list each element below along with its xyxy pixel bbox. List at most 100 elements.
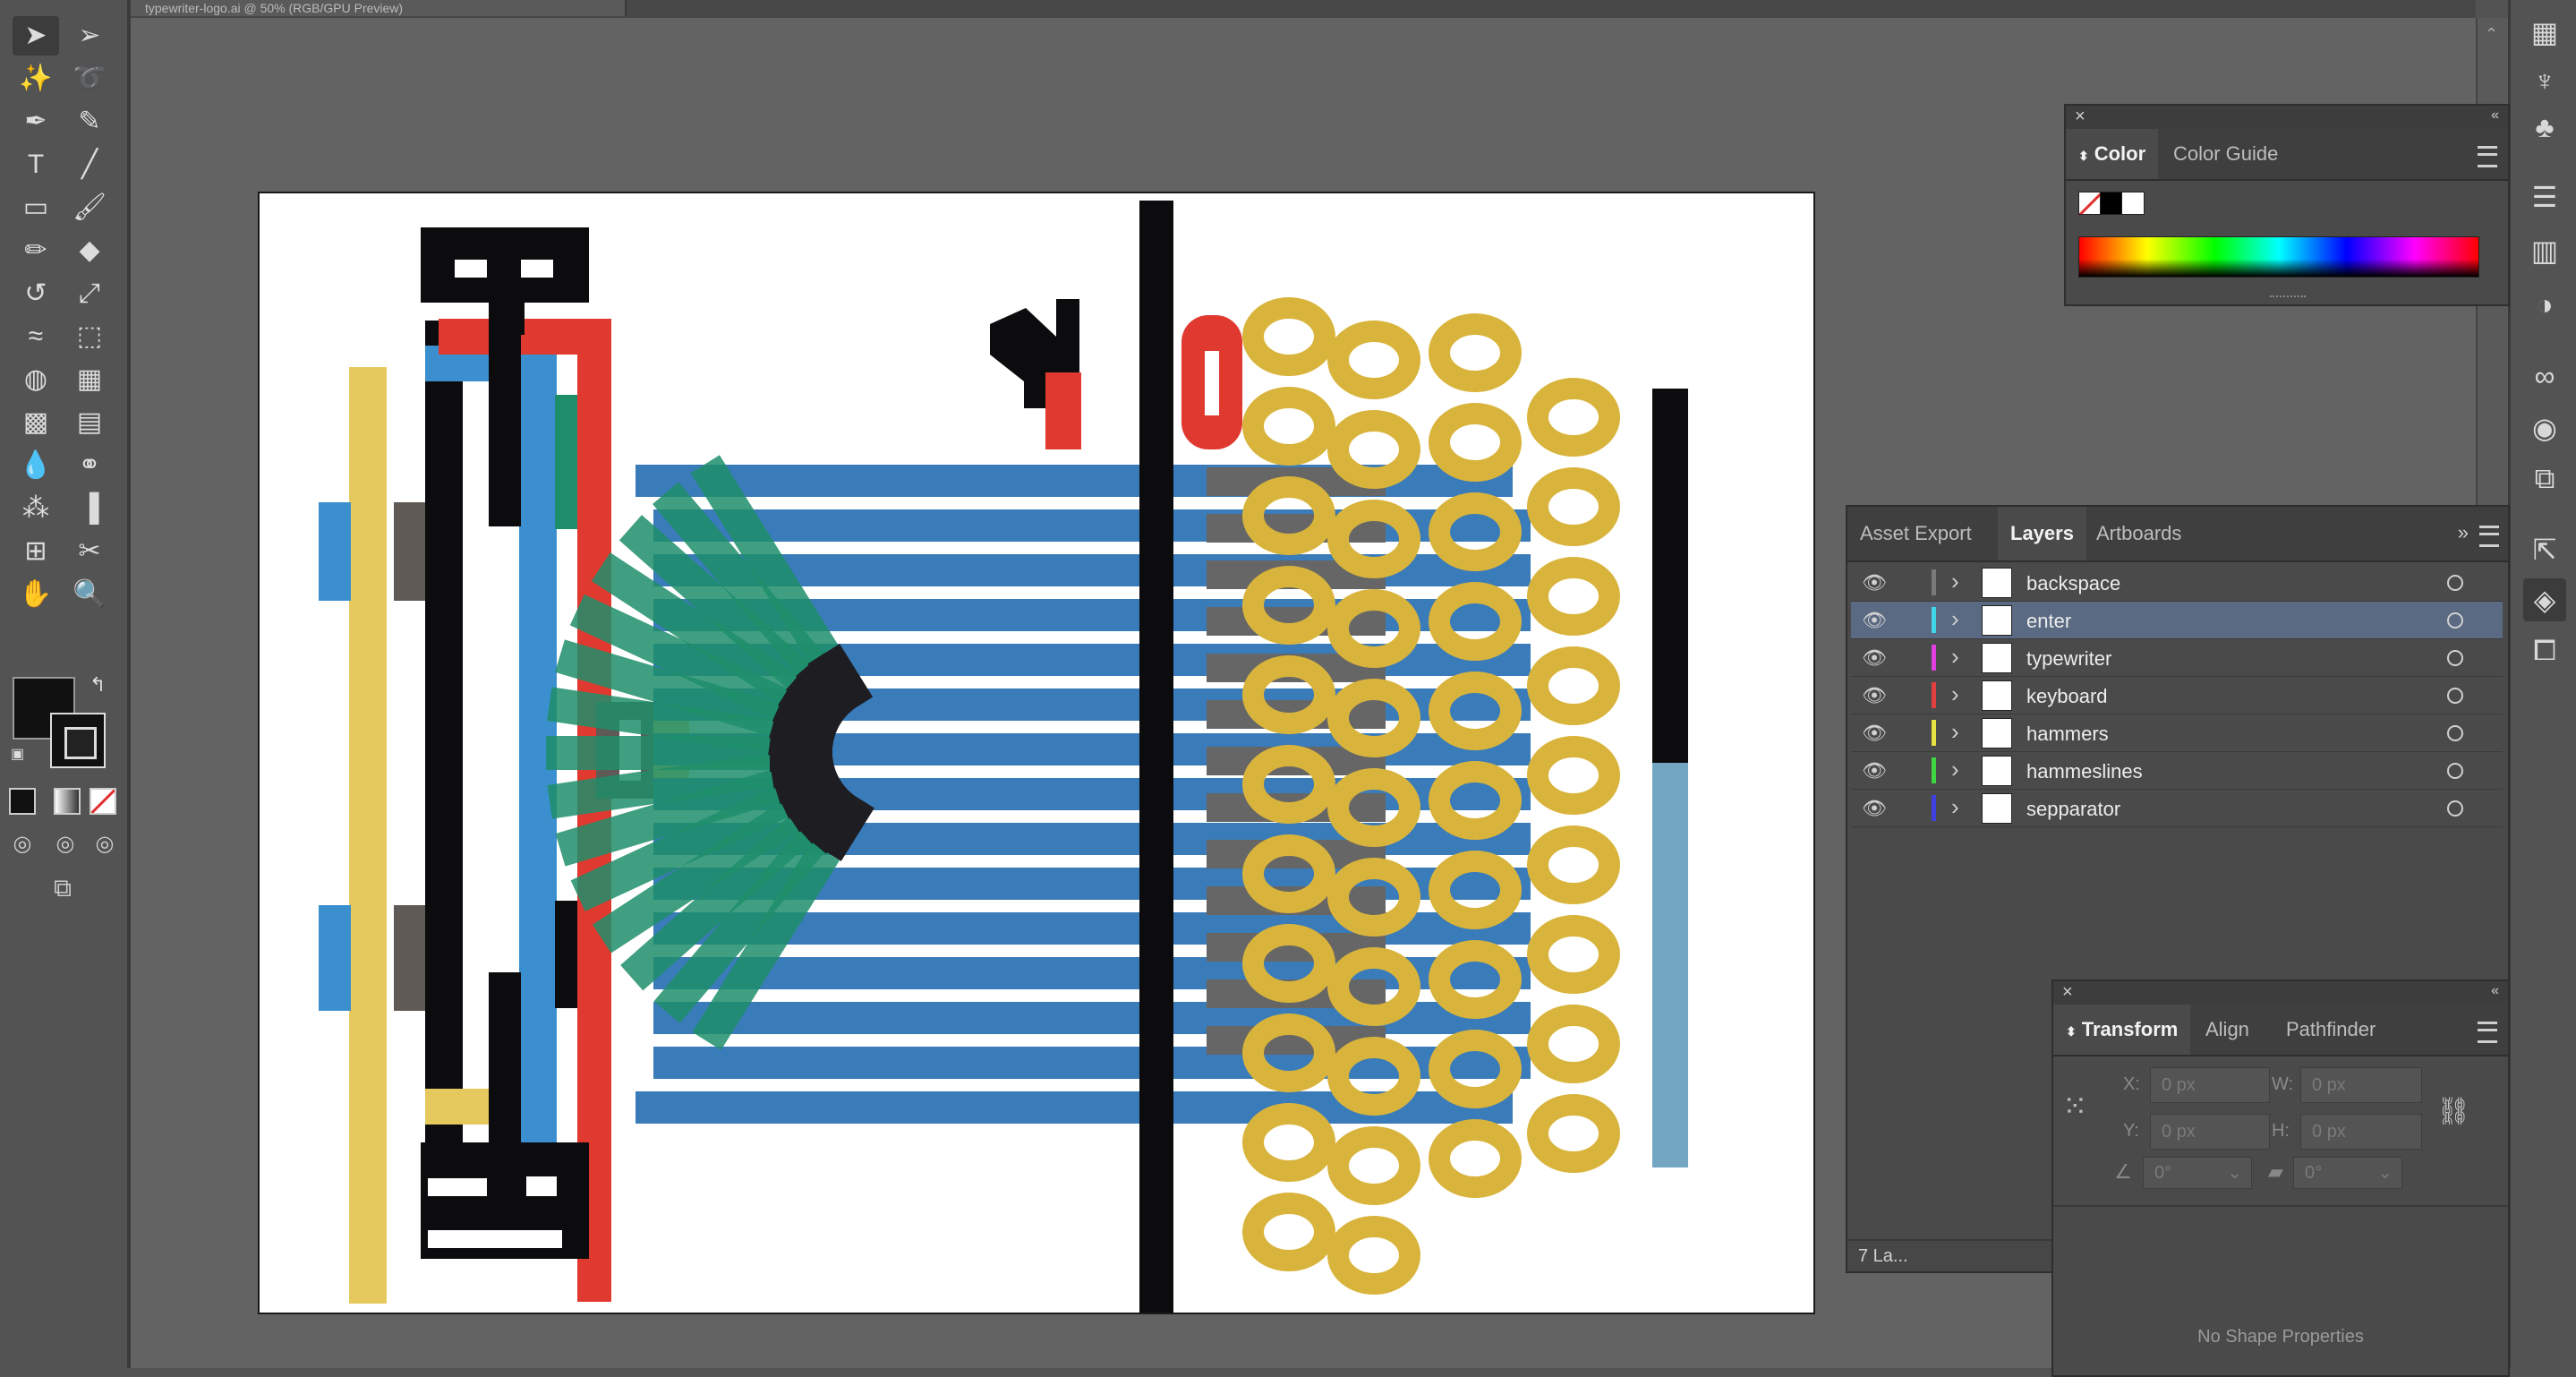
reference-point-icon[interactable]: ⁙ [2062, 1089, 2098, 1125]
tab-asset-export[interactable]: Asset Export [1847, 507, 1984, 560]
more-tabs-icon[interactable]: » [2458, 521, 2469, 544]
transparency-icon[interactable]: ◑ [2523, 283, 2566, 326]
none-mode-icon[interactable] [90, 788, 116, 815]
mesh-tool[interactable]: ▩ [13, 403, 59, 442]
layer-row-enter[interactable]: 👁 › enter [1851, 602, 2503, 639]
color-mode-icon[interactable] [9, 788, 36, 815]
gradient-tool[interactable]: ▤ [66, 403, 113, 442]
tab-transform[interactable]: ⬍ Transform [2053, 1005, 2191, 1055]
direct-selection-tool[interactable]: ➢ [66, 16, 113, 56]
shape-builder-tool[interactable]: ◍ [13, 360, 59, 399]
slice-tool[interactable]: ✂ [66, 532, 113, 571]
draw-behind-icon[interactable]: ◎ [52, 831, 79, 858]
document-tab[interactable]: typewriter-logo.ai @ 50% (RGB/GPU Previe… [131, 0, 627, 16]
white-swatch[interactable] [2121, 192, 2145, 215]
column-graph-tool[interactable]: ▐ [66, 489, 113, 528]
paintbrush-tool[interactable]: 🖌 [66, 188, 113, 227]
default-fill-stroke-icon[interactable]: ▣ [11, 745, 24, 763]
screen-mode-icon[interactable]: ⧉ [45, 874, 81, 906]
perspective-grid-tool[interactable]: ▦ [66, 360, 113, 399]
curvature-tool[interactable]: ✎ [66, 102, 113, 141]
zoom-tool[interactable]: 🔍 [66, 575, 113, 614]
layer-target-icon[interactable] [2447, 650, 2463, 666]
visibility-eye-icon[interactable]: 👁 [1862, 797, 1887, 820]
rectangle-tool[interactable]: ▭ [13, 188, 59, 227]
layer-row-backspace[interactable]: 👁 › backspace [1851, 564, 2503, 602]
layer-target-icon[interactable] [2447, 800, 2463, 817]
gradient-mode-icon[interactable] [54, 788, 81, 815]
visibility-eye-icon[interactable]: 👁 [1862, 759, 1887, 783]
layer-row-sepparator[interactable]: 👁 › sepparator [1851, 790, 2503, 827]
black-swatch[interactable] [2100, 192, 2123, 215]
panel-menu-icon[interactable] [2478, 1022, 2497, 1043]
swap-fill-stroke-icon[interactable]: ↰ [90, 673, 106, 697]
libraries-icon[interactable]: ▦ [2523, 11, 2566, 54]
expand-chevron-icon[interactable]: › [1951, 718, 1959, 746]
visibility-eye-icon[interactable]: 👁 [1862, 571, 1887, 594]
layer-row-hammers[interactable]: 👁 › hammers [1851, 714, 2503, 752]
gradient-panel-icon[interactable]: ▥ [2523, 229, 2566, 272]
expand-chevron-icon[interactable]: › [1951, 605, 1959, 633]
pen-tool[interactable]: ✒ [13, 102, 59, 141]
stroke-icon[interactable]: ☰ [2523, 175, 2566, 218]
tab-align[interactable]: Align [2193, 1005, 2262, 1055]
expand-chevron-icon[interactable]: › [1951, 756, 1959, 783]
export-icon[interactable]: ⇱ [2523, 528, 2566, 571]
x-field[interactable]: 0 px [2150, 1067, 2270, 1103]
lasso-tool[interactable]: ➰ [66, 59, 113, 98]
line-tool[interactable]: ╱ [66, 145, 113, 184]
visibility-eye-icon[interactable]: 👁 [1862, 646, 1887, 670]
visibility-eye-icon[interactable]: 👁 [1862, 722, 1887, 745]
draw-inside-icon[interactable]: ◎ [91, 831, 118, 858]
warp-tool[interactable]: ≈ [13, 317, 59, 356]
eyedropper-tool[interactable]: 💧 [13, 446, 59, 485]
selection-tool[interactable]: ➤ [13, 16, 59, 56]
constrain-proportions-icon[interactable]: ⛓ [2436, 1096, 2470, 1127]
visibility-eye-icon[interactable]: 👁 [1862, 684, 1887, 707]
h-field[interactable]: 0 px [2300, 1114, 2422, 1150]
tab-artboards[interactable]: Artboards [2084, 507, 2194, 560]
layer-target-icon[interactable] [2447, 725, 2463, 741]
layer-target-icon[interactable] [2447, 763, 2463, 779]
rotate-angle-field[interactable]: 0° ⌄ [2143, 1157, 2252, 1189]
draw-normal-icon[interactable]: ◎ [9, 831, 36, 858]
collapse-icon[interactable]: « [2491, 107, 2499, 124]
tab-pathfinder[interactable]: Pathfinder [2273, 1005, 2388, 1055]
expand-chevron-icon[interactable]: › [1951, 680, 1959, 708]
shear-angle-field[interactable]: 0° ⌄ [2293, 1157, 2402, 1189]
layer-row-typewriter[interactable]: 👁 › typewriter [1851, 639, 2503, 677]
expand-chevron-icon[interactable]: › [1951, 643, 1959, 671]
scroll-up-icon[interactable]: ⌃ [2485, 25, 2498, 44]
stroke-swatch[interactable] [50, 713, 106, 768]
layers-icon[interactable]: ◈ [2523, 578, 2566, 621]
symbol-sprayer-tool[interactable]: ⁂ [13, 489, 59, 528]
artboards-icon[interactable]: ⧠ [2523, 629, 2566, 671]
type-tool[interactable]: T [13, 145, 59, 184]
visibility-eye-icon[interactable]: 👁 [1862, 609, 1887, 632]
layer-target-icon[interactable] [2447, 575, 2463, 591]
free-transform-tool[interactable]: ⬚ [66, 317, 113, 356]
artboard[interactable] [258, 192, 1815, 1314]
y-field[interactable]: 0 px [2150, 1114, 2270, 1150]
symbols-icon[interactable]: ♣ [2523, 106, 2566, 149]
w-field[interactable]: 0 px [2300, 1067, 2422, 1103]
panel-menu-icon[interactable] [2478, 146, 2497, 167]
close-icon[interactable]: × [2062, 982, 2073, 1003]
magic-wand-tool[interactable]: ✨ [13, 59, 59, 98]
hand-tool[interactable]: ✋ [13, 575, 59, 614]
blend-tool[interactable]: ⚭ [66, 446, 113, 485]
layer-target-icon[interactable] [2447, 612, 2463, 629]
eraser-tool[interactable]: ◆ [66, 231, 113, 270]
typewriter-artwork[interactable] [260, 193, 1813, 1313]
cc-libraries-icon[interactable]: ∞ [2523, 355, 2566, 398]
layer-target-icon[interactable] [2447, 688, 2463, 704]
panel-menu-icon[interactable] [2479, 526, 2499, 547]
artboard-tool[interactable]: ⊞ [13, 532, 59, 571]
tab-color[interactable]: ⬍ Color [2066, 129, 2159, 179]
layer-row-hammeslines[interactable]: 👁 › hammeslines [1851, 752, 2503, 790]
tab-color-guide[interactable]: Color Guide [2161, 129, 2290, 179]
tab-layers[interactable]: Layers [1998, 507, 2086, 560]
expand-chevron-icon[interactable]: › [1951, 568, 1959, 595]
panel-resize-grip[interactable] [2270, 295, 2306, 303]
collapse-icon[interactable]: « [2491, 983, 2499, 999]
